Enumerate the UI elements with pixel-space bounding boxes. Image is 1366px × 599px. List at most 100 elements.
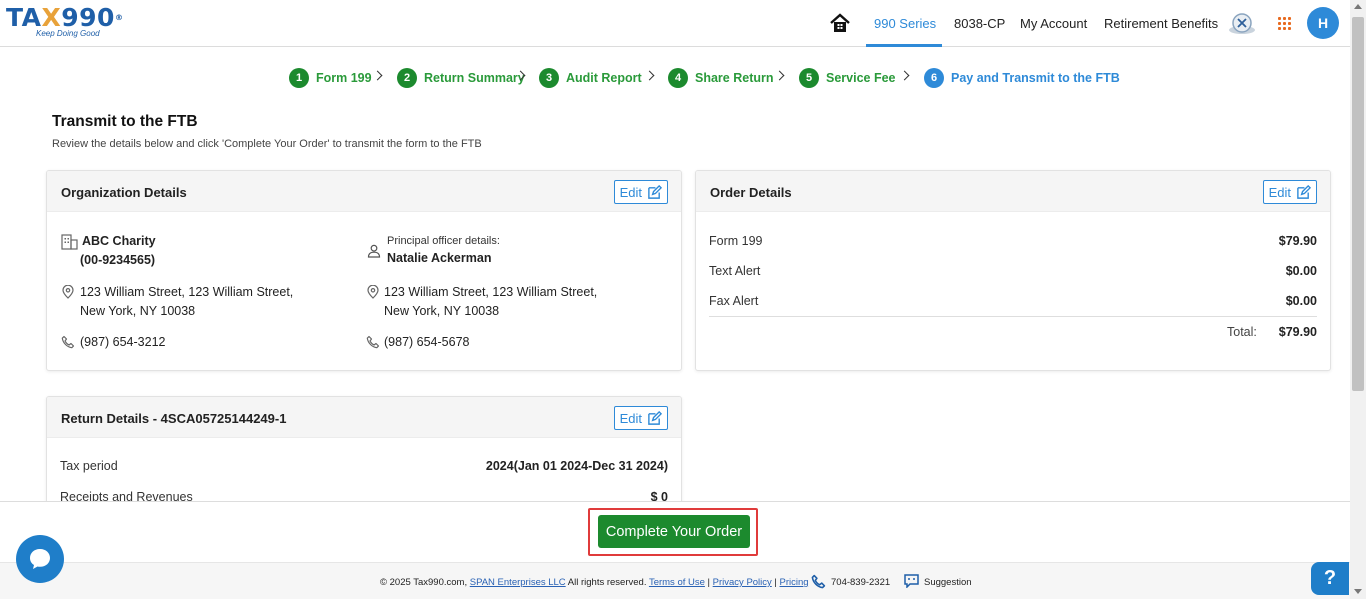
logo-text: TA	[6, 3, 42, 32]
divider	[709, 316, 1317, 317]
step-label: Pay and Transmit to the FTB	[951, 71, 1120, 85]
organization-ein: (00-9234565)	[80, 253, 156, 267]
card-header: Organization Details Edit	[47, 171, 681, 212]
officer-address-line2: New York, NY 10038	[384, 304, 500, 318]
organization-address-line2: New York, NY 10038	[80, 304, 196, 318]
privacy-link[interactable]: Privacy Policy	[713, 577, 772, 588]
tax990-logo[interactable]: TAX990® Keep Doing Good	[6, 3, 123, 39]
chat-widget-button[interactable]	[16, 535, 64, 583]
order-item-value: $0.00	[1285, 294, 1317, 308]
pricing-link[interactable]: Pricing	[780, 577, 809, 588]
rights-text: All rights reserved.	[567, 577, 647, 588]
order-item-label: Text Alert	[709, 264, 761, 278]
card-header: Return Details - 4SCA05725144249-1 Edit	[47, 397, 681, 438]
user-icon	[367, 244, 381, 258]
step-pay-and-transmit[interactable]: 6 Pay and Transmit to the FTB	[924, 68, 1120, 88]
edit-label: Edit	[1268, 184, 1291, 200]
organization-name: ABC Charity	[82, 234, 156, 248]
avatar[interactable]: H	[1307, 7, 1339, 39]
footer-phone[interactable]: 704-839-2321	[831, 577, 890, 588]
order-total-value: $79.90	[1278, 325, 1317, 339]
scroll-up-arrow-icon[interactable]	[1354, 4, 1362, 9]
step-label: Audit Report	[566, 71, 642, 85]
chevron-right-icon	[644, 70, 655, 81]
logo-text-x: X	[41, 3, 62, 32]
step-label: Service Fee	[826, 71, 896, 85]
step-number: 2	[397, 68, 417, 88]
building-icon	[61, 234, 78, 250]
suggestion-icon	[904, 574, 919, 588]
step-label: Form 199	[316, 71, 372, 85]
separator: |	[707, 577, 711, 588]
edit-return-button[interactable]: Edit	[613, 406, 668, 430]
top-navbar: TAX990® Keep Doing Good 990 Series 8038-…	[0, 0, 1350, 47]
return-row-label: Tax period	[60, 459, 118, 473]
order-details-card: Order Details Edit Form 199 $79.90 Text …	[695, 170, 1331, 371]
edit-label: Edit	[619, 184, 642, 200]
step-number: 6	[924, 68, 944, 88]
return-details-card: Return Details - 4SCA05725144249-1 Edit …	[46, 396, 682, 516]
edit-icon	[648, 410, 662, 425]
chevron-right-icon	[372, 70, 383, 81]
step-label: Share Return	[695, 71, 774, 85]
phone-icon	[366, 335, 380, 349]
card-title: Organization Details	[61, 185, 187, 200]
step-number: 3	[539, 68, 559, 88]
step-number: 5	[799, 68, 819, 88]
apps-grid-icon[interactable]	[1278, 17, 1291, 30]
order-item-value: $79.90	[1278, 234, 1317, 248]
terms-link[interactable]: Terms of Use	[649, 577, 705, 588]
nav-990-series[interactable]: 990 Series	[874, 16, 936, 31]
card-title: Return Details - 4SCA05725144249-1	[61, 411, 287, 426]
scroll-down-arrow-icon[interactable]	[1354, 589, 1362, 594]
chevron-right-icon	[774, 70, 785, 81]
step-return-summary[interactable]: 2 Return Summary	[397, 68, 525, 88]
step-audit-report[interactable]: 3 Audit Report	[539, 68, 642, 88]
order-item-label: Fax Alert	[709, 294, 759, 308]
officer-address-line1: 123 William Street, 123 William Street,	[384, 285, 598, 299]
location-pin-icon	[367, 285, 379, 299]
nav-active-indicator	[866, 44, 942, 47]
order-total-label: Total:	[1227, 325, 1257, 339]
scroll-thumb[interactable]	[1352, 17, 1364, 391]
separator: |	[774, 577, 777, 588]
complete-order-button[interactable]: Complete Your Order	[598, 515, 750, 548]
edit-label: Edit	[619, 410, 642, 426]
step-service-fee[interactable]: 5 Service Fee	[799, 68, 896, 88]
order-item-value: $0.00	[1285, 264, 1317, 278]
logo-text-number: 990	[61, 3, 115, 32]
officer-name: Natalie Ackerman	[387, 251, 492, 265]
page-title: Transmit to the FTB	[52, 113, 198, 130]
step-form-199[interactable]: 1 Form 199	[289, 68, 372, 88]
footer: © 2025 Tax990.com, SPAN Enterprises LLC …	[0, 562, 1350, 599]
edit-organization-button[interactable]: Edit	[613, 180, 668, 204]
phone-icon	[61, 335, 75, 349]
copyright-text: © 2025 Tax990.com,	[380, 577, 468, 588]
chevron-right-icon	[899, 70, 910, 81]
edit-order-button[interactable]: Edit	[1262, 180, 1317, 204]
edit-icon	[1297, 184, 1311, 199]
footer-suggestion[interactable]: Suggestion	[924, 577, 972, 588]
organization-phone: (987) 654-3212	[80, 335, 166, 349]
step-label: Return Summary	[424, 71, 525, 85]
card-title: Order Details	[710, 185, 792, 200]
step-number: 1	[289, 68, 309, 88]
card-header: Order Details Edit	[696, 171, 1330, 212]
officer-label: Principal officer details:	[387, 235, 500, 247]
nav-my-account[interactable]: My Account	[1020, 16, 1087, 31]
page-scrollbar[interactable]	[1350, 0, 1366, 599]
emblem-icon[interactable]	[1228, 10, 1256, 38]
step-share-return[interactable]: 4 Share Return	[668, 68, 774, 88]
home-icon[interactable]	[829, 12, 851, 34]
help-button[interactable]: ?	[1311, 562, 1349, 595]
nav-8038-cp[interactable]: 8038-CP	[954, 16, 1005, 31]
order-item-label: Form 199	[709, 234, 763, 248]
phone-icon	[811, 574, 826, 589]
chat-icon	[30, 549, 50, 569]
edit-icon	[648, 184, 662, 199]
officer-phone: (987) 654-5678	[384, 335, 470, 349]
organization-address-line1: 123 William Street, 123 William Street,	[80, 285, 294, 299]
nav-retirement-benefits[interactable]: Retirement Benefits	[1104, 16, 1218, 31]
company-link[interactable]: SPAN Enterprises LLC	[470, 577, 566, 588]
location-pin-icon	[62, 285, 74, 299]
